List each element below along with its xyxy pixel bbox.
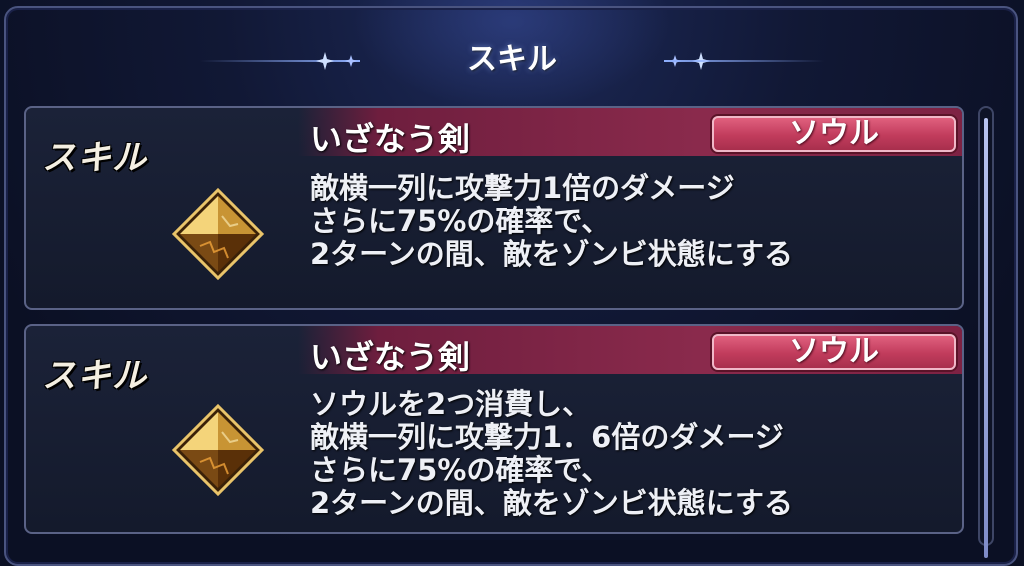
sparkle-icon [316,52,334,70]
description-line: さらに75%の確率で、 [310,453,611,487]
page-title: スキル [467,42,557,77]
skill-card[interactable]: スキル いざなう剣 ソウル 敵横一列に攻撃力1倍のダメージ さらに75%の確率で… [24,106,964,310]
amber-gem-icon [170,402,266,498]
skill-description: 敵横一列に攻撃力1倍のダメージ さらに75%の確率で、 2ターンの間、敵をゾンビ… [310,172,793,271]
soul-badge: ソウル [712,334,956,370]
skill-card[interactable]: スキル いざなう剣 ソウル ソウルを2つ消費し、 敵横一列に攻撃力1．6倍のダメ… [24,324,964,534]
title-divider-left [200,60,360,62]
skill-type-label: スキル [42,356,147,396]
title-divider-right [664,60,824,62]
title-bar: スキル [0,38,1024,82]
description-line: 敵横一列に攻撃力1．6倍のダメージ [310,420,784,454]
skill-name: いざなう剣 [310,120,471,158]
description-line: さらに75%の確率で、 [310,204,611,238]
sparkle-icon [342,52,360,70]
description-line: 2ターンの間、敵をゾンビ状態にする [310,486,794,520]
scrollbar-thumb[interactable] [984,118,988,558]
scrollbar[interactable] [978,106,994,558]
skill-panel: スキル スキル いざなう剣 ソウル 敵横一列に攻撃力1倍のダメージ さらに75%… [0,0,1024,566]
description-line: 敵横一列に攻撃力1倍のダメージ [310,171,735,205]
description-line: 2ターンの間、敵をゾンビ状態にする [310,237,794,271]
amber-gem-icon [170,186,266,282]
skill-type-label: スキル [42,138,147,178]
skill-description: ソウルを2つ消費し、 敵横一列に攻撃力1．6倍のダメージ さらに75%の確率で、… [310,388,793,520]
soul-badge: ソウル [712,116,956,152]
skill-name: いざなう剣 [310,338,471,376]
description-line: ソウルを2つ消費し、 [310,387,592,421]
